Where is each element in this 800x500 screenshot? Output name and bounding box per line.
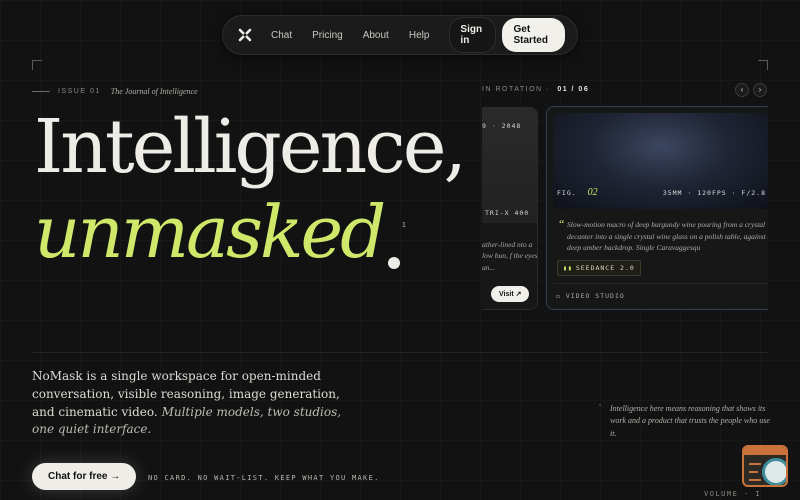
issue-line: ISSUE 01 The Journal of Intelligence	[32, 87, 198, 96]
carousel-card-current[interactable]: FIG. 02 35MM · 120FPS · F/2.8 “ Slow-mot…	[546, 106, 768, 310]
model-badge: ▮▮ SEEDANCE 2.0	[557, 260, 641, 276]
chevron-left-icon[interactable]: ‹	[735, 83, 749, 97]
camera-specs: 35MM · 120FPS · F/2.8	[662, 189, 766, 197]
widget-line	[749, 471, 758, 473]
journal-name: The Journal of Intelligence	[110, 87, 198, 96]
video-icon: ▭	[556, 292, 566, 300]
volume-label: VOLUME · I	[704, 490, 762, 498]
chevron-right-icon[interactable]: ›	[753, 83, 767, 97]
logo-cross-icon[interactable]	[237, 27, 253, 43]
carousel-card-previous[interactable]: 9 · 2048 TRI-X 400 ather-lined nto a low…	[482, 107, 538, 310]
rotation-label: IN ROTATION ·	[482, 86, 550, 93]
figure-label: FIG. 02	[557, 187, 598, 198]
rotation-indicator: IN ROTATION · 01 / 06	[482, 86, 589, 93]
visit-button[interactable]: Visit ↗	[491, 286, 530, 302]
widget-top-bar	[744, 447, 786, 455]
issue-dash	[32, 91, 50, 92]
card-prompt-description: Slow-motion macro of deep burgundy wine …	[567, 219, 768, 254]
rotation-count: 01 / 06	[557, 86, 590, 93]
side-quote: Intelligence here means reasoning that s…	[610, 404, 770, 438]
chat-for-free-button[interactable]: Chat for free →	[32, 463, 137, 490]
corner-mark-top-left	[32, 60, 42, 70]
hero-footnote-marker: 1	[402, 222, 406, 229]
quote-icon: “	[559, 217, 565, 231]
nav-link-pricing[interactable]: Pricing	[312, 30, 343, 41]
side-quote-marker: ,	[599, 400, 601, 407]
hero-title-line1: Intelligence,	[34, 104, 467, 190]
nav-link-help[interactable]: Help	[409, 30, 430, 41]
figure-prefix: FIG.	[557, 189, 577, 197]
widget-line	[749, 463, 761, 465]
studio-name: VIDEO STUDIO	[565, 292, 625, 300]
magnifier-widget-icon[interactable]	[742, 445, 788, 487]
issue-label: ISSUE 01	[58, 88, 101, 95]
model-name: SEEDANCE 2.0	[575, 264, 635, 272]
card-film-label: TRI-X 400	[485, 209, 530, 217]
hero-title-line2: unmasked	[34, 190, 386, 274]
card-prompt-text: Slow-motion macro of deep burgundy wine …	[567, 220, 768, 253]
studio-label[interactable]: ▭ VIDEO STUDIO	[556, 292, 625, 300]
cta-note: NO CARD. NO WAIT-LIST. KEEP WHAT YOU MAK…	[148, 474, 380, 482]
widget-lens	[762, 458, 786, 485]
bars-icon: ▮▮	[563, 264, 573, 272]
nav-link-chat[interactable]: Chat	[271, 30, 292, 41]
get-started-button[interactable]: Get Started	[502, 18, 565, 52]
card-prompt-excerpt: ather-lined nto a low bun, f the eyes an…	[482, 240, 538, 272]
hero-period-dot	[388, 257, 400, 269]
top-nav: Chat Pricing About Help Sign in Get Star…	[222, 15, 578, 55]
figure-number: 02	[587, 187, 598, 198]
nav-link-about[interactable]: About	[363, 30, 389, 41]
section-divider	[32, 352, 768, 353]
widget-line	[749, 479, 761, 481]
card-top-label: 9 · 2048	[482, 122, 522, 130]
sign-in-button[interactable]: Sign in	[449, 17, 497, 53]
card-divider	[553, 283, 768, 284]
lead-paragraph: NoMask is a single workspace for open-mi…	[32, 368, 352, 439]
corner-mark-top-right	[758, 60, 768, 70]
